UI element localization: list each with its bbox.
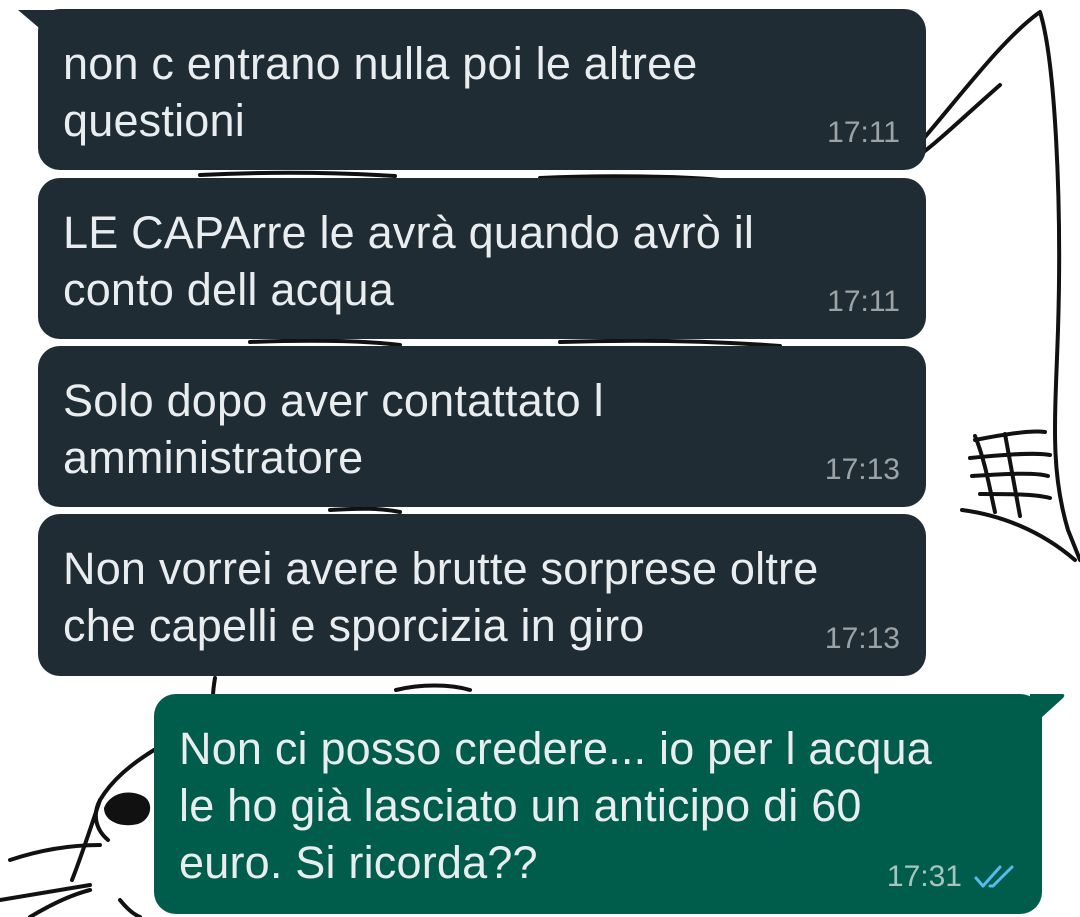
incoming-message-bubble[interactable]: LE CAPArre le avrà quando avrò il conto …	[38, 178, 926, 339]
message-meta: 17:13	[825, 622, 900, 656]
message-text: Solo dopo aver contattato l amministrato…	[63, 375, 604, 483]
outgoing-message-bubble[interactable]: Non ci posso credere... io per l acqua l…	[154, 694, 1042, 914]
read-receipt-double-check-icon	[974, 865, 1014, 888]
incoming-message-bubble[interactable]: Solo dopo aver contattato l amministrato…	[38, 346, 926, 507]
message-text: LE CAPArre le avrà quando avrò il conto …	[63, 207, 755, 315]
message-text: Non vorrei avere brutte sorprese oltre c…	[63, 543, 819, 651]
message-text: non c entrano nulla poi le altree questi…	[63, 38, 698, 146]
message-timestamp: 17:31	[886, 860, 962, 893]
message-timestamp: 17:13	[824, 622, 900, 655]
incoming-message-bubble[interactable]: Non vorrei avere brutte sorprese oltre c…	[38, 514, 926, 676]
message-timestamp: 17:13	[824, 453, 900, 486]
message-meta: 17:11	[827, 116, 900, 150]
incoming-message-bubble[interactable]: non c entrano nulla poi le altree questi…	[38, 9, 926, 170]
message-timestamp: 17:11	[827, 116, 900, 149]
message-meta: 17:13	[825, 453, 900, 487]
message-timestamp: 17:11	[827, 285, 900, 318]
message-meta: 17:11	[827, 285, 900, 319]
message-meta: 17:31	[887, 860, 1016, 894]
